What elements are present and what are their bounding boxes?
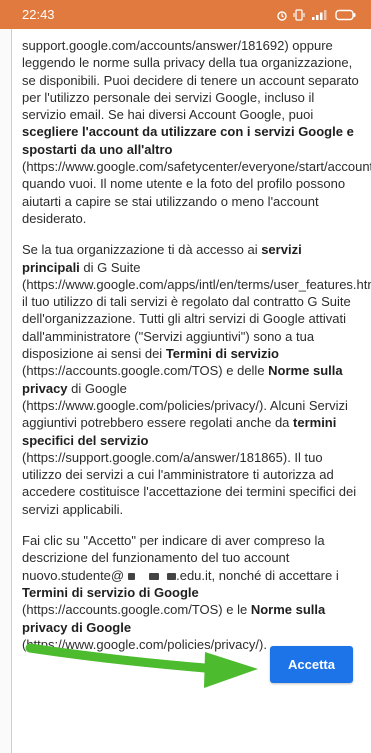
terms-paragraph: Se la tua organizzazione ti dà accesso a… [22,242,371,517]
redacted-email [124,568,177,583]
accept-button[interactable]: Accetta [270,646,353,683]
signal-icon [312,9,327,20]
vibrate-icon [293,8,305,21]
battery-icon [335,9,356,20]
terms-bold-text: Termini di servizio [165,346,279,362]
status-icons [277,8,357,21]
terms-bold-text: Termini di servizio di Google [22,584,199,600]
terms-paragraph: support.google.com/accounts/answer/18169… [22,38,371,226]
status-bar: 22:43 [0,0,371,29]
terms-text: support.google.com/accounts/answer/18169… [22,37,371,667]
terms-panel: support.google.com/accounts/answer/18169… [12,29,371,753]
status-time: 22:43 [22,7,55,22]
alarm-icon [277,10,287,21]
terms-bold-text: scegliere l'account da utilizzare con i … [22,124,354,157]
terms-paragraph: Fai clic su "Accetto" per indicare di av… [22,533,339,652]
